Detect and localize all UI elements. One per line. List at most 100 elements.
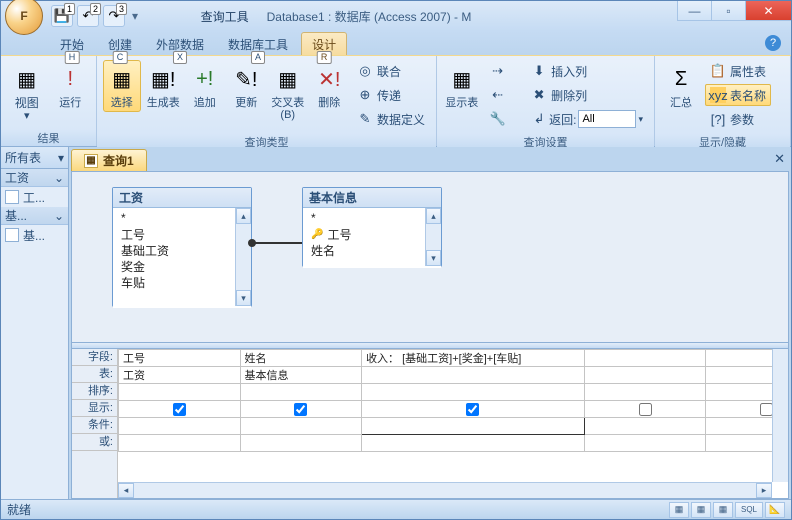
grid-cell[interactable] [362, 401, 585, 418]
propsheet-button[interactable]: 📋属性表 [705, 60, 771, 82]
builder-button[interactable]: 🔧 [485, 108, 523, 130]
deleterow-button[interactable]: ⇠ [485, 84, 523, 106]
crosstab-button[interactable]: ▦交叉表(B) [269, 60, 307, 124]
params-icon: [?] [710, 111, 726, 127]
union-button[interactable]: ◎联合 [352, 60, 430, 82]
titlebar: F 💾1 ↶2 ↷3 ▾ 查询工具Database1 : 数据库 (Access… [1, 1, 791, 31]
field-item[interactable]: * [117, 210, 247, 226]
grid-cell[interactable] [584, 367, 706, 384]
union-icon: ◎ [357, 63, 373, 79]
field-item[interactable]: 车贴 [117, 274, 247, 290]
return-input[interactable] [578, 110, 636, 128]
v-scrollbar[interactable] [772, 349, 788, 482]
show-checkbox[interactable] [173, 403, 186, 416]
minimize-button[interactable]: — [677, 1, 711, 21]
field-item[interactable]: * [307, 210, 437, 226]
qat-save[interactable]: 💾1 [51, 5, 73, 27]
field-item[interactable]: 姓名 [307, 242, 437, 258]
design-view-button[interactable]: 📐 [765, 502, 785, 518]
grid-cell[interactable] [584, 350, 706, 367]
grid-cell[interactable] [362, 367, 585, 384]
grid-cell[interactable] [119, 401, 241, 418]
insertrow-button[interactable]: ⇢ [485, 60, 523, 82]
splitter[interactable] [72, 342, 788, 349]
tab-dbtools[interactable]: 数据库工具A [217, 32, 299, 55]
return-combo[interactable]: ↲返回:▾ [526, 108, 648, 130]
nav-item-1-0[interactable]: 基... [1, 225, 68, 245]
grid-cell[interactable]: 工资 [119, 367, 241, 384]
maximize-button[interactable]: ▫ [711, 1, 745, 21]
h-scrollbar[interactable]: ◂▸ [118, 482, 772, 498]
datadef-button[interactable]: ✎数据定义 [352, 108, 430, 130]
doc-tab-query1[interactable]: ▦查询1 [71, 149, 147, 171]
grid-cell[interactable] [240, 384, 362, 401]
doc-close-button[interactable]: ✕ [774, 151, 785, 167]
qat-dropdown[interactable]: ▾ [129, 5, 141, 27]
close-button[interactable]: ✕ [745, 1, 791, 21]
field-item[interactable]: 奖金 [117, 258, 247, 274]
delete-button[interactable]: ✕!删除 [311, 60, 349, 112]
nav-head[interactable]: 所有表▾ [1, 147, 68, 169]
table-box-head[interactable]: 基本信息 [303, 188, 441, 208]
grid-cell[interactable]: 收入： [基础工资]+[奖金]+[车贴] [362, 350, 585, 367]
show-checkbox[interactable] [466, 403, 479, 416]
field-item[interactable]: 🔑工号 [307, 226, 437, 242]
grid-cell[interactable] [584, 418, 706, 435]
qat-redo[interactable]: ↷3 [103, 5, 125, 27]
chart-view-button[interactable]: ▦ [713, 502, 733, 518]
grid-cell[interactable] [240, 418, 362, 435]
table-box-1[interactable]: 基本信息 *🔑工号姓名▴▾ [302, 187, 442, 267]
passthru-button[interactable]: ⊕传递 [352, 84, 430, 106]
showtable-button[interactable]: ▦显示表 [443, 60, 481, 112]
field-item[interactable]: 基础工资 [117, 242, 247, 258]
grid-cell[interactable] [119, 418, 241, 435]
tab-create[interactable]: 创建C [97, 32, 143, 55]
grid-cell[interactable] [584, 435, 706, 452]
tab-design[interactable]: 设计R [301, 32, 347, 55]
show-checkbox[interactable] [294, 403, 307, 416]
table-box-head[interactable]: 工资 [113, 188, 251, 208]
append-button[interactable]: +!追加 [186, 60, 224, 112]
table-box-0[interactable]: 工资 *工号基础工资奖金车贴▴▾ [112, 187, 252, 307]
select-query-button[interactable]: ▦选择 [103, 60, 141, 112]
grid-cell[interactable] [119, 435, 241, 452]
sql-view-button[interactable]: SQL [735, 502, 763, 518]
table-scrollbar[interactable]: ▴▾ [425, 208, 441, 266]
grid-cell[interactable]: 姓名 [240, 350, 362, 367]
run-button[interactable]: !运行 [51, 60, 91, 112]
nav-item-0-0[interactable]: 工... [1, 187, 68, 207]
grid-cell[interactable] [240, 401, 362, 418]
grid-cell[interactable] [362, 435, 585, 452]
qbe-grid[interactable]: 工号姓名收入： [基础工资]+[奖金]+[车贴] 工资基本信息 [118, 349, 788, 452]
datasheet-view-button[interactable]: ▦ [669, 502, 689, 518]
update-button[interactable]: ✎!更新 [228, 60, 266, 112]
totals-button[interactable]: Σ汇总 [661, 60, 701, 112]
insertcol-button[interactable]: ⬇插入列 [526, 60, 648, 82]
maketable-button[interactable]: ▦!生成表 [145, 60, 183, 112]
nav-group-1[interactable]: 基...⌄ [1, 207, 68, 225]
grid-cell[interactable] [119, 384, 241, 401]
office-button[interactable]: F [5, 0, 43, 35]
nav-group-0[interactable]: 工资⌄ [1, 169, 68, 187]
tablenames-button[interactable]: xyz表名称 [705, 84, 771, 106]
table-scrollbar[interactable]: ▴▾ [235, 208, 251, 306]
deletecol-button[interactable]: ✖删除列 [526, 84, 648, 106]
row-label: 显示: [72, 400, 117, 417]
show-checkbox[interactable] [639, 403, 652, 416]
grid-cell[interactable] [584, 384, 706, 401]
grid-cell[interactable] [362, 418, 585, 435]
relationship-pane[interactable]: 工资*工号基础工资奖金车贴▴▾基本信息*🔑工号姓名▴▾ [72, 172, 788, 342]
tab-external[interactable]: 外部数据X [145, 32, 215, 55]
grid-cell[interactable] [584, 401, 706, 418]
grid-cell[interactable]: 工号 [119, 350, 241, 367]
params-button[interactable]: [?]参数 [705, 108, 771, 130]
grid-cell[interactable]: 基本信息 [240, 367, 362, 384]
grid-cell[interactable] [240, 435, 362, 452]
pivot-view-button[interactable]: ▦ [691, 502, 711, 518]
tab-home[interactable]: 开始H [49, 32, 95, 55]
qat-undo[interactable]: ↶2 [77, 5, 99, 27]
view-button[interactable]: ▦视图▾ [7, 60, 47, 125]
grid-cell[interactable] [362, 384, 585, 401]
help-icon[interactable]: ? [765, 35, 781, 51]
field-item[interactable]: 工号 [117, 226, 247, 242]
